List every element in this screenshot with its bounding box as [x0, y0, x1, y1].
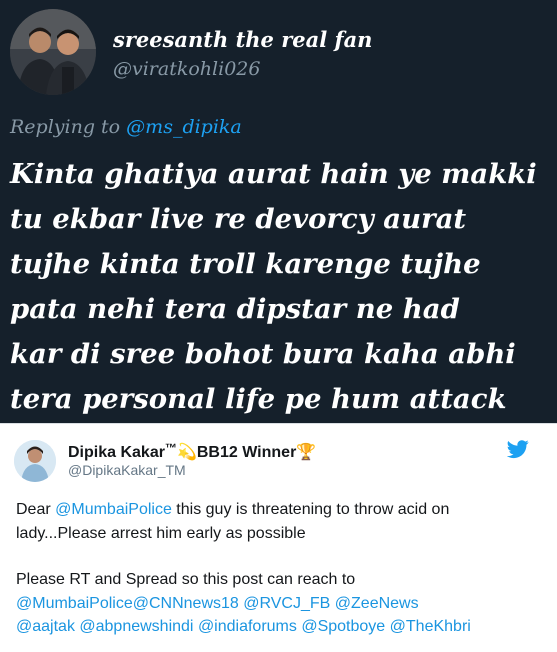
tweet-paragraph: Dear @MumbaiPolice this guy is threateni… — [16, 498, 541, 545]
reply-author-handle[interactable]: @viratkohli026 — [113, 58, 260, 80]
mention-link[interactable]: @TheKhbri — [390, 618, 471, 635]
reply-text-line: kar di sree bohot bura kaha abhi — [10, 338, 516, 370]
replying-to-mention-link[interactable]: @ms_dipika — [126, 116, 242, 138]
author-name-text: Dipika Kakar — [68, 444, 165, 461]
reply-text-line: Kinta ghatiya aurat hain ye makki — [10, 158, 537, 190]
badge-text: BB12 Winner — [196, 444, 297, 461]
replying-to-line: Replying to @ms_dipika — [10, 116, 242, 138]
reply-text-line: tera personal life pe hum attack — [10, 383, 507, 415]
reply-author-name[interactable]: sreesanth the real fan — [113, 27, 372, 52]
mention-link[interactable]: @ZeeNews — [335, 595, 419, 612]
main-tweet: Dipika Kakar™💫BB12 Winner🏆 @DipikaKakar_… — [0, 423, 557, 652]
mention-line: @aajtak @abpnewshindi @indiaforums @Spot… — [16, 615, 541, 639]
main-author-avatar[interactable] — [14, 440, 56, 482]
reply-text-line: tujhe kinta troll karenge tujhe — [10, 248, 481, 280]
trophy-emoji-icon: 🏆 — [296, 444, 317, 461]
mention-link[interactable]: @Spotboye — [301, 618, 385, 635]
reply-text-line: pata nehi tera dipstar ne had — [10, 293, 460, 325]
dizzy-emoji-icon: 💫 — [176, 444, 197, 461]
mention-link[interactable]: @abpnewshindi — [79, 618, 193, 635]
main-author-name[interactable]: Dipika Kakar™💫BB12 Winner🏆 — [68, 441, 316, 462]
mention-link[interactable]: @CNNnews18 — [133, 595, 239, 612]
embedded-reply-tweet: sreesanth the real fan @viratkohli026 Re… — [0, 0, 557, 423]
mention-link[interactable]: @MumbaiPolice — [16, 595, 133, 612]
main-author-handle[interactable]: @DipikaKakar_TM — [68, 462, 186, 478]
mention-link[interactable]: @RVCJ_FB — [243, 595, 330, 612]
reply-text-line: tu ekbar live re devorcy aurat — [10, 203, 467, 235]
mention-line: @MumbaiPolice@CNNnews18 @RVCJ_FB @ZeeNew… — [16, 592, 541, 616]
tweet-paragraph: Please RT and Spread so this post can re… — [16, 571, 356, 588]
trademark-mark: ™ — [164, 441, 177, 455]
mention-link[interactable]: @indiaforums — [198, 618, 297, 635]
reply-author-avatar[interactable] — [10, 9, 96, 95]
main-tweet-text: Dear @MumbaiPolice this guy is threateni… — [16, 498, 541, 639]
tweet-screenshot: sreesanth the real fan @viratkohli026 Re… — [0, 0, 557, 652]
twitter-bird-icon[interactable] — [507, 438, 529, 460]
mention-link[interactable]: @aajtak — [16, 618, 75, 635]
avatar-photo-icon — [10, 9, 96, 95]
mention-link[interactable]: @MumbaiPolice — [55, 501, 172, 518]
avatar-photo-icon — [14, 440, 56, 482]
reply-tweet-text: Kinta ghatiya aurat hain ye makki tu ekb… — [10, 152, 550, 422]
tweet-text-segment: Dear — [16, 501, 56, 518]
replying-to-label: Replying to — [10, 116, 121, 138]
